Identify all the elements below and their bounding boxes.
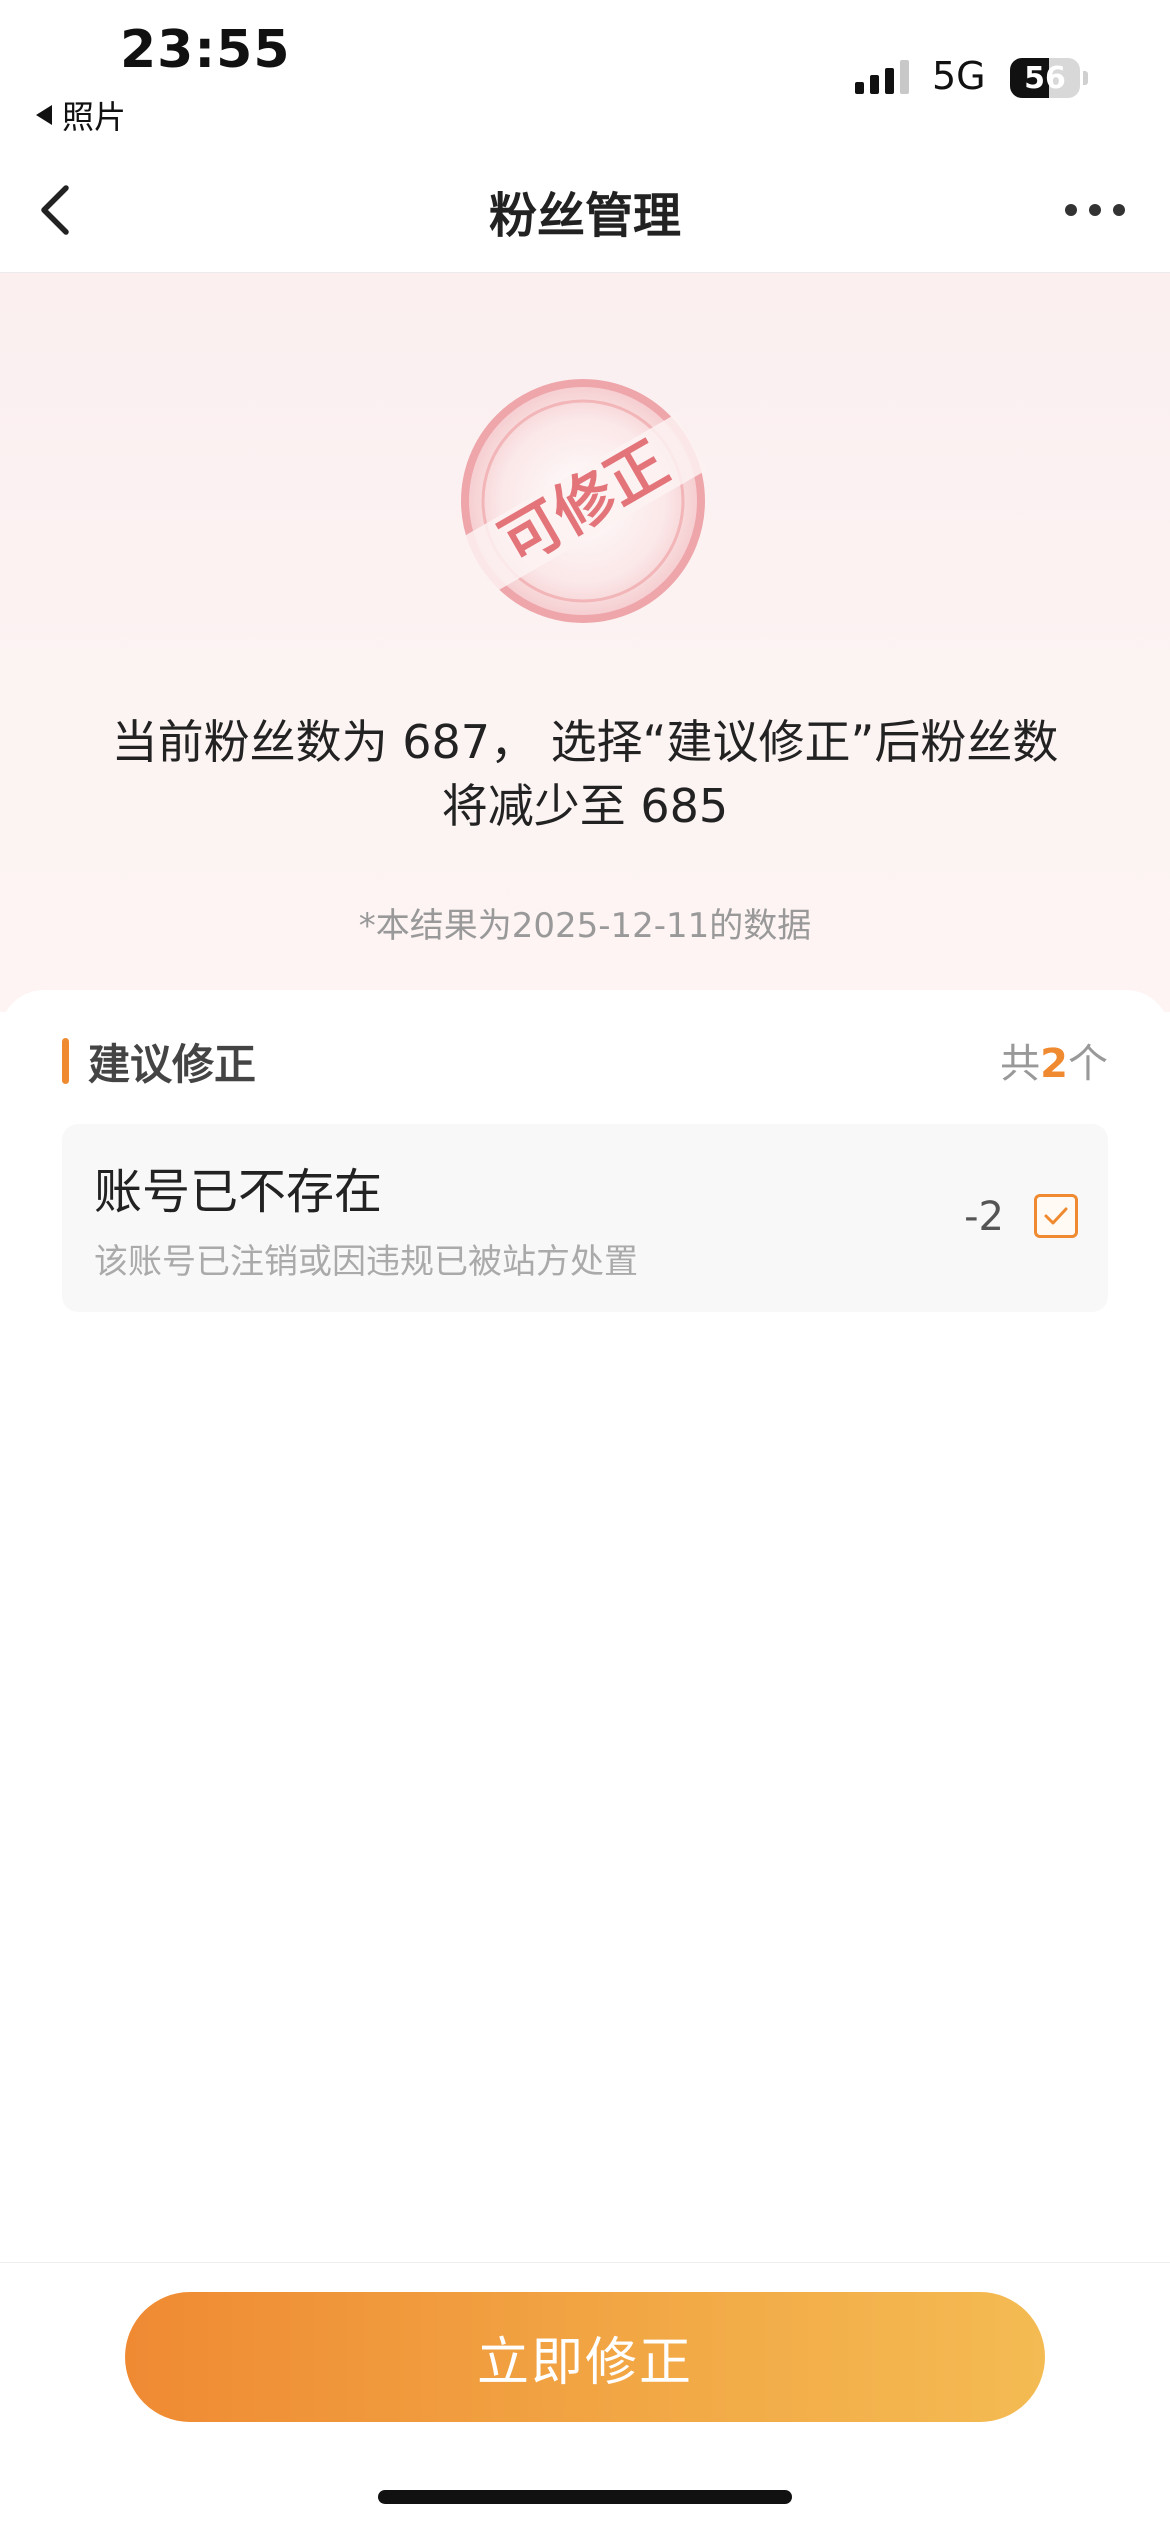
- item-title: 账号已不存在: [94, 1164, 383, 1220]
- checkmark-icon: [1044, 1207, 1068, 1225]
- back-app-label: 照片: [62, 98, 127, 136]
- status-time: 23:55: [120, 20, 291, 80]
- section-accent-bar: [62, 1038, 69, 1084]
- count-number: 2: [1040, 1041, 1068, 1087]
- back-to-app-link[interactable]: 照片: [36, 92, 126, 138]
- battery-cap-icon: [1083, 71, 1088, 85]
- battery-level-text: 56: [1024, 60, 1066, 96]
- page-title: 粉丝管理: [488, 188, 681, 244]
- summary-line-1: 当前粉丝数为 687， 选择“建议修正”后粉丝数: [111, 715, 1059, 769]
- fans-summary: 当前粉丝数为 687， 选择“建议修正”后粉丝数 将减少至 685: [60, 710, 1110, 838]
- more-dot-icon: [1113, 204, 1125, 216]
- item-description: 该账号已注销或因违规已被站方处置: [94, 1242, 638, 1282]
- list-item[interactable]: 账号已不存在 该账号已注销或因违规已被站方处置 -2: [62, 1124, 1108, 1312]
- more-options-button[interactable]: [1050, 180, 1140, 240]
- item-delta: -2: [964, 1194, 1004, 1240]
- more-dot-icon: [1065, 204, 1077, 216]
- home-indicator: [378, 2490, 792, 2504]
- fix-now-button[interactable]: 立即修正: [125, 2292, 1045, 2422]
- correctable-stamp-icon: 可修正: [461, 379, 708, 623]
- item-checkbox[interactable]: [1034, 1194, 1078, 1238]
- back-triangle-icon: [36, 105, 52, 125]
- summary-line-2: 将减少至 685: [441, 779, 729, 833]
- section-title: 建议修正: [88, 1040, 257, 1089]
- navigation-bar: 粉丝管理: [0, 150, 1170, 273]
- signal-strength-icon: [855, 60, 909, 94]
- footer-divider: [0, 2262, 1170, 2263]
- count-suffix: 个: [1068, 1041, 1108, 1087]
- data-date-note: *本结果为2025-12-11的数据: [358, 906, 812, 946]
- section-count: 共2个: [1000, 1031, 1108, 1089]
- status-bar: 23:55 照片 5G 56: [0, 0, 1170, 150]
- battery-icon: 56: [1010, 58, 1080, 98]
- network-type: 5G: [932, 54, 986, 98]
- count-prefix: 共: [1000, 1041, 1041, 1087]
- more-dot-icon: [1089, 204, 1101, 216]
